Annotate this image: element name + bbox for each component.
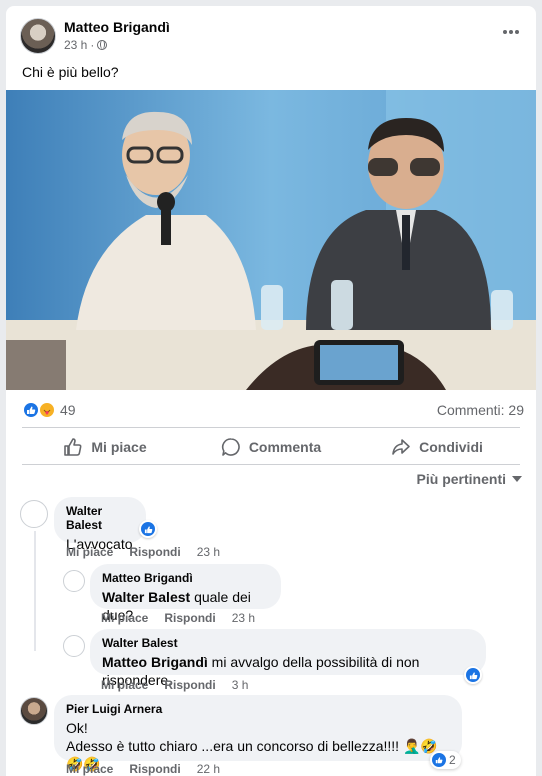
comment-like-button[interactable]: Mi piace bbox=[66, 762, 113, 776]
reactions-summary[interactable]: 49 bbox=[22, 400, 76, 420]
reaction-count: 2 bbox=[449, 753, 456, 767]
comment-icon bbox=[221, 438, 240, 456]
comment-bubble: Walter Balest Matteo Brigandì mi avvalgo… bbox=[90, 629, 486, 688]
like-icon bbox=[144, 525, 152, 533]
post-header: Matteo Brigandì 23 h · bbox=[20, 18, 520, 54]
comment-reply-button[interactable]: Rispondi bbox=[164, 611, 215, 625]
comment-reply-button[interactable]: Rispondi bbox=[129, 762, 180, 776]
comment-button[interactable]: Commenta bbox=[188, 429, 354, 465]
comment-time[interactable]: 23 h bbox=[232, 611, 255, 625]
comment-time[interactable]: 22 h bbox=[197, 762, 220, 776]
share-icon bbox=[392, 439, 410, 455]
comment-author[interactable]: Walter Balest bbox=[102, 636, 474, 650]
comment-actions: Mi piace Rispondi 3 h bbox=[101, 678, 248, 692]
comment-like-reaction[interactable] bbox=[139, 520, 157, 538]
like-icon bbox=[469, 671, 477, 679]
post-card: Matteo Brigandì 23 h · Chi è più bello? bbox=[6, 6, 536, 776]
comment-author[interactable]: Pier Luigi Arnera bbox=[66, 702, 450, 716]
commenter-avatar[interactable] bbox=[20, 500, 48, 528]
post-text: Chi è più bello? bbox=[22, 64, 119, 80]
post-meta: 23 h · bbox=[64, 38, 108, 52]
comment-bubble: Pier Luigi Arnera Ok! Adesso è tutto chi… bbox=[54, 695, 462, 772]
chevron-down-icon bbox=[512, 476, 522, 482]
comment-author[interactable]: Walter Balest bbox=[66, 504, 134, 532]
sort-label: Più pertinenti bbox=[416, 471, 506, 487]
comment-label: Commenta bbox=[248, 439, 322, 455]
divider bbox=[22, 464, 520, 465]
post-actions: Mi piace Commenta Condividi bbox=[22, 429, 520, 465]
comment-like-button[interactable]: Mi piace bbox=[66, 545, 113, 559]
comments-count[interactable]: Commenti: 29 bbox=[437, 402, 524, 418]
comment-bubble: Matteo Brigandì Walter Balest quale dei … bbox=[90, 564, 281, 623]
photo-illustration bbox=[6, 90, 536, 390]
like-icon bbox=[431, 752, 447, 768]
comment-like-button[interactable]: Mi piace bbox=[101, 678, 148, 692]
more-horizontal-icon bbox=[503, 30, 519, 34]
share-button[interactable]: Condividi bbox=[354, 429, 520, 465]
like-button[interactable]: Mi piace bbox=[22, 429, 188, 465]
comment-author[interactable]: Matteo Brigandì bbox=[102, 571, 269, 585]
comment-time[interactable]: 3 h bbox=[232, 678, 249, 692]
meta-separator: · bbox=[90, 38, 95, 52]
comment-mention[interactable]: Matteo Brigandì bbox=[102, 654, 208, 670]
more-options-button[interactable] bbox=[496, 22, 526, 50]
share-label: Condividi bbox=[419, 439, 483, 455]
commenter-avatar[interactable] bbox=[63, 635, 85, 657]
commenter-avatar[interactable] bbox=[20, 697, 48, 725]
comment-reply-button[interactable]: Rispondi bbox=[129, 545, 180, 559]
comment-actions: Mi piace Rispondi 23 h bbox=[101, 611, 255, 625]
comment-time[interactable]: 23 h bbox=[197, 545, 220, 559]
comment-actions: Mi piace Rispondi 22 h bbox=[66, 762, 220, 776]
comment-like-button[interactable]: Mi piace bbox=[101, 611, 148, 625]
comment-sort-dropdown[interactable]: Più pertinenti bbox=[417, 471, 522, 487]
post-author-name[interactable]: Matteo Brigandì bbox=[64, 19, 170, 35]
author-avatar[interactable] bbox=[20, 18, 56, 54]
comment-bubble: Walter Balest L'avvocato bbox=[54, 497, 146, 552]
thread-line bbox=[34, 531, 36, 651]
comment-like-reaction[interactable] bbox=[464, 666, 482, 684]
comment-reaction-count[interactable]: 2 bbox=[430, 751, 461, 769]
comment-actions: Mi piace Rispondi 23 h bbox=[66, 545, 220, 559]
commenter-avatar[interactable] bbox=[63, 570, 85, 592]
post-time[interactable]: 23 h bbox=[64, 38, 87, 52]
care-icon bbox=[38, 401, 56, 419]
comment-reply-button[interactable]: Rispondi bbox=[164, 678, 215, 692]
post-photo[interactable] bbox=[6, 90, 536, 390]
divider bbox=[22, 427, 520, 428]
like-label: Mi piace bbox=[91, 439, 147, 455]
thumbs-up-icon bbox=[64, 438, 82, 456]
comment-mention[interactable]: Walter Balest bbox=[102, 589, 190, 605]
globe-icon bbox=[97, 40, 108, 50]
reaction-count: 49 bbox=[60, 402, 76, 418]
comment-line: Ok! bbox=[66, 720, 88, 736]
